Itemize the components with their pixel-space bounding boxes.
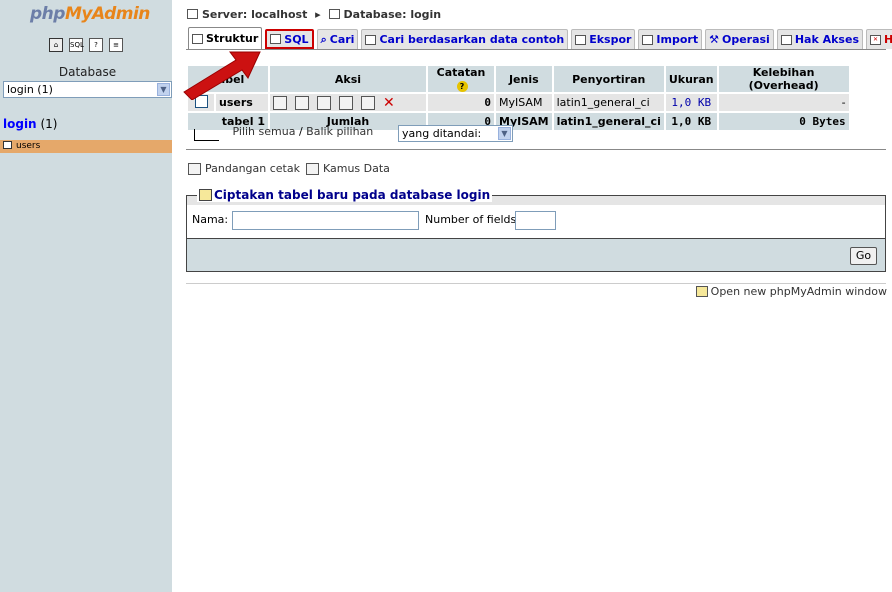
check-all-link[interactable]: Pilih semua bbox=[233, 125, 296, 138]
tab-privileges[interactable]: Hak Akses bbox=[776, 29, 863, 49]
records-cell: 0 bbox=[428, 94, 494, 111]
data-dictionary-link[interactable]: Kamus Data bbox=[323, 162, 390, 175]
breadcrumb-separator: ▸ bbox=[315, 8, 321, 21]
tab-query-by-example[interactable]: Cari berdasarkan data contoh bbox=[361, 29, 569, 49]
column-header-action: Aksi bbox=[270, 66, 426, 92]
number-of-fields-input[interactable] bbox=[515, 211, 556, 230]
chevron-down-icon[interactable]: ▼ bbox=[498, 127, 511, 140]
search-icon[interactable] bbox=[317, 95, 331, 110]
database-link[interactable]: login bbox=[3, 117, 37, 131]
sql-icon bbox=[270, 34, 282, 44]
create-table-body: Nama: Number of fields: bbox=[187, 205, 885, 238]
create-table-fieldset: Ciptakan tabel baru pada database login … bbox=[186, 188, 886, 272]
tab-import[interactable]: Import bbox=[638, 29, 703, 49]
server-icon bbox=[187, 9, 198, 19]
dictionary-icon bbox=[305, 162, 319, 175]
type-cell: MyISAM bbox=[496, 94, 552, 111]
print-view-link[interactable]: Pandangan cetak bbox=[205, 162, 300, 175]
tab-export[interactable]: Ekspor bbox=[571, 29, 636, 49]
utility-links: Pandangan cetak Kamus Data bbox=[188, 162, 390, 175]
create-table-legend: Ciptakan tabel baru pada database login bbox=[197, 188, 493, 202]
column-header-size[interactable]: Ukuran bbox=[665, 66, 717, 92]
create-table-footer: Go bbox=[187, 238, 885, 271]
empty-icon[interactable] bbox=[361, 95, 375, 110]
table-icon bbox=[3, 141, 12, 149]
breadcrumb: Server: localhost ▸ Database: login bbox=[187, 8, 441, 21]
sidebar-item-users[interactable]: users bbox=[0, 140, 172, 153]
breadcrumb-server[interactable]: Server: localhost bbox=[202, 8, 307, 21]
help-icon[interactable]: ? bbox=[89, 38, 103, 52]
sql-query-icon[interactable]: SQL bbox=[69, 38, 84, 52]
invert-selection-link[interactable]: Balik pilihan bbox=[306, 125, 373, 138]
home-icon[interactable]: ⌂ bbox=[49, 38, 63, 52]
summary-size: 1,0 KB bbox=[665, 113, 717, 130]
help-icon[interactable]: ? bbox=[456, 81, 468, 92]
database-label: Database bbox=[58, 65, 117, 79]
print-icon bbox=[188, 162, 201, 175]
tab-drop[interactable]: ✕Hapus bbox=[866, 29, 892, 49]
new-window-icon bbox=[695, 286, 708, 297]
quick-icons: ⌂ SQL ? ≡ bbox=[49, 38, 123, 52]
insert-icon[interactable] bbox=[339, 95, 353, 110]
docs-icon[interactable]: ≡ bbox=[109, 38, 123, 52]
privileges-icon bbox=[780, 34, 792, 45]
size-cell[interactable]: 1,0 KB bbox=[665, 94, 717, 111]
summary-collation: latin1_general_ci bbox=[553, 113, 664, 130]
action-icons: ✕ bbox=[270, 94, 426, 111]
new-window-row: Open new phpMyAdmin window bbox=[695, 285, 887, 298]
phpmyadmin-logo[interactable]: phpMyAdmin bbox=[30, 4, 150, 24]
divider bbox=[186, 149, 886, 150]
search-icon: ⌕ bbox=[320, 33, 327, 46]
drop-icon[interactable]: ✕ bbox=[383, 96, 397, 110]
red-arrow-annotation bbox=[183, 51, 261, 100]
chevron-down-icon[interactable]: ▼ bbox=[157, 83, 170, 96]
import-icon bbox=[642, 34, 654, 45]
drop-icon: ✕ bbox=[870, 34, 881, 45]
database-icon bbox=[328, 9, 340, 19]
column-header-collation[interactable]: Penyortiran bbox=[553, 66, 664, 92]
column-header-type[interactable]: Jenis bbox=[496, 66, 552, 92]
browse-icon[interactable] bbox=[273, 95, 287, 110]
tab-bar: Struktur SQL ⌕ Cari Cari berdasarkan data… bbox=[188, 27, 892, 49]
new-table-icon bbox=[199, 189, 212, 201]
tables-list: Tabel Aksi Catatan? Jenis Penyortiran Uk… bbox=[186, 64, 851, 132]
summary-overhead: 0 Bytes bbox=[718, 113, 849, 130]
table-name-input[interactable] bbox=[232, 211, 419, 230]
table-header: Tabel Aksi Catatan? Jenis Penyortiran Uk… bbox=[188, 66, 849, 92]
wrench-icon: ⚒ bbox=[709, 33, 719, 46]
export-icon bbox=[575, 34, 587, 45]
number-of-fields-label: Number of fields: bbox=[425, 213, 520, 226]
select-all-row: Pilih semua / Balik pilihan bbox=[194, 125, 373, 141]
query-icon bbox=[365, 34, 377, 45]
database-link-row: login (1) bbox=[3, 117, 58, 131]
structure-icon[interactable] bbox=[295, 95, 309, 110]
collation-cell: latin1_general_ci bbox=[553, 94, 664, 111]
table-name-label: Nama: bbox=[192, 213, 229, 226]
with-selected-select[interactable]: yang ditandai: ▼ bbox=[398, 125, 513, 142]
column-header-overhead[interactable]: Kelebihan (Overhead) bbox=[718, 66, 849, 92]
new-window-link[interactable]: Open new phpMyAdmin window bbox=[711, 285, 887, 298]
divider bbox=[186, 283, 886, 284]
tab-sql[interactable]: SQL bbox=[265, 29, 314, 49]
tab-search[interactable]: ⌕ Cari bbox=[316, 29, 359, 49]
tab-operations[interactable]: ⚒ Operasi bbox=[705, 29, 774, 49]
go-button[interactable]: Go bbox=[850, 247, 877, 265]
column-header-records[interactable]: Catatan? bbox=[428, 66, 494, 92]
tab-divider bbox=[186, 49, 886, 50]
database-select[interactable]: login (1) ▼ bbox=[3, 81, 172, 98]
table-row: users ✕ 0 MyISAM latin1_general_ci 1,0 K… bbox=[188, 94, 849, 111]
overhead-cell: - bbox=[718, 94, 849, 111]
breadcrumb-database[interactable]: Database: login bbox=[344, 8, 442, 21]
main-frame: Server: localhost ▸ Database: login Stru… bbox=[178, 0, 892, 592]
arrow-ltr-icon bbox=[194, 129, 219, 141]
navigation-frame: phpMyAdmin ⌂ SQL ? ≡ Database login (1) … bbox=[0, 0, 175, 592]
